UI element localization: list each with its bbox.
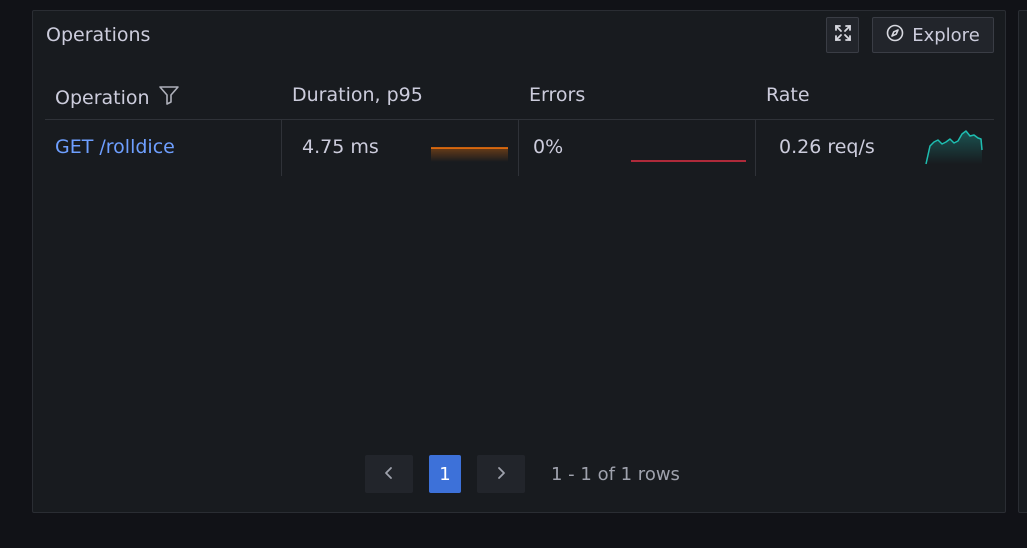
panel-title: Operations xyxy=(46,24,151,46)
rate-value: 0.26 req/s xyxy=(779,136,875,158)
explore-button[interactable]: Explore xyxy=(872,17,994,53)
operation-link[interactable]: GET /rolldice xyxy=(55,136,175,158)
table-header: Operation Duration, p95 Errors Rate xyxy=(45,81,994,120)
cell-divider xyxy=(755,120,756,176)
column-label-errors: Errors xyxy=(529,84,586,106)
expand-icon xyxy=(833,23,853,47)
column-label-operation: Operation xyxy=(55,86,150,109)
prev-page-button[interactable] xyxy=(365,455,413,493)
expand-button[interactable] xyxy=(826,17,859,53)
column-label-duration: Duration, p95 xyxy=(292,84,423,106)
next-page-button[interactable] xyxy=(477,455,525,493)
errors-value: 0% xyxy=(533,136,564,158)
explore-label: Explore xyxy=(912,24,980,46)
pagination-info: 1 - 1 of 1 rows xyxy=(551,463,680,485)
rate-sparkline xyxy=(925,130,983,165)
duration-sparkline xyxy=(431,147,508,162)
column-header-rate[interactable]: Rate xyxy=(766,84,810,106)
column-label-rate: Rate xyxy=(766,84,810,106)
compass-icon xyxy=(886,24,904,47)
operations-table: Operation Duration, p95 Errors Rate GET … xyxy=(45,81,994,176)
adjacent-panel-edge xyxy=(1018,10,1027,513)
column-header-duration[interactable]: Duration, p95 xyxy=(292,84,423,106)
operations-panel: Operations Explore Operation Duration, p… xyxy=(32,10,1006,513)
cell-divider xyxy=(518,120,519,176)
duration-value: 4.75 ms xyxy=(302,136,379,158)
chevron-left-icon xyxy=(383,465,395,484)
page-1-button[interactable]: 1 xyxy=(429,455,461,493)
column-header-errors[interactable]: Errors xyxy=(529,84,585,106)
filter-icon[interactable] xyxy=(158,84,180,111)
pagination: 1 1 - 1 of 1 rows xyxy=(365,455,680,493)
column-header-operation[interactable]: Operation xyxy=(55,84,180,111)
chevron-right-icon xyxy=(495,465,507,484)
cell-divider xyxy=(281,120,282,176)
table-row: GET /rolldice 4.75 ms 0% 0.26 req/s xyxy=(45,120,994,176)
errors-sparkline xyxy=(631,160,746,162)
